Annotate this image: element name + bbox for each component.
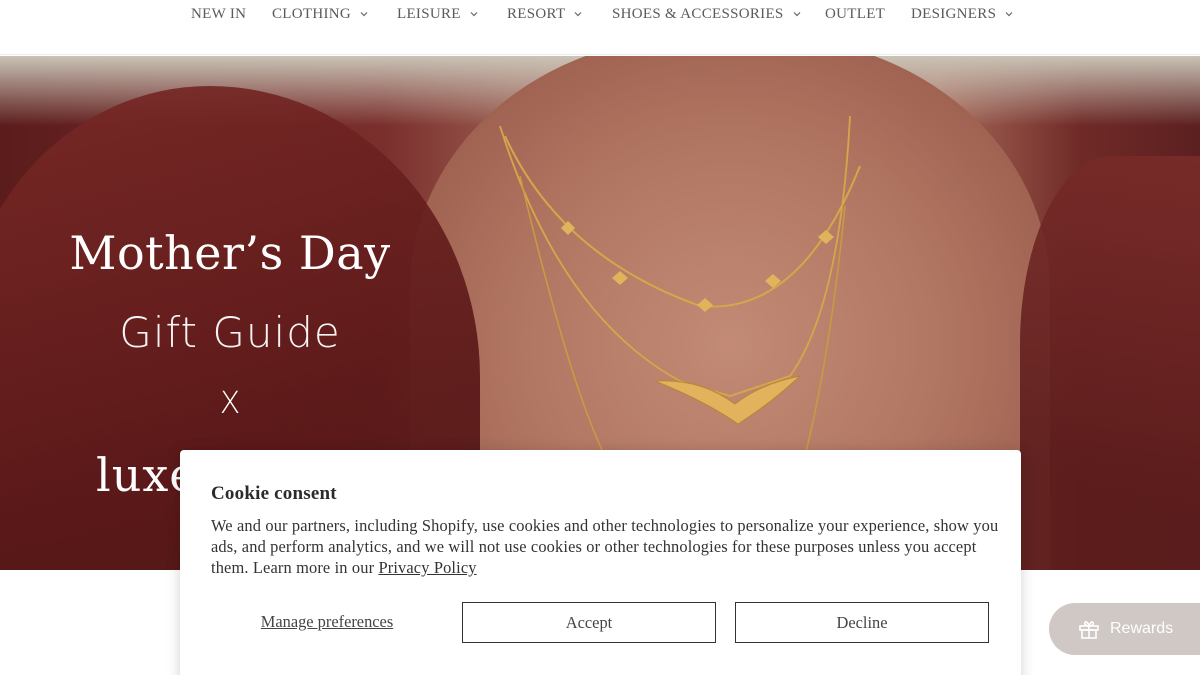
chevron-down-icon [469,9,479,19]
nav-item-resort[interactable]: RESORT [507,4,583,24]
rewards-button[interactable]: Rewards [1049,603,1200,655]
nav-item-shoes-accessories[interactable]: SHOES & ACCESSORIES [612,4,802,24]
cookie-message-text: We and our partners, including Shopify, … [211,516,999,577]
gift-icon [1077,617,1101,641]
rewards-label: Rewards [1110,620,1174,637]
nav-item-label: NEW IN [191,5,247,22]
nav-item-label: LEISURE [397,5,461,22]
nav-item-outlet[interactable]: OUTLET [825,4,885,24]
hero-title: Mother’s Day [69,226,391,280]
nav-item-clothing[interactable]: CLOTHING [272,4,369,24]
hero-collab-x: X [219,386,241,421]
cookie-title: Cookie consent [211,483,337,504]
main-navigation: NEW IN CLOTHING LEISURE RESORT SHOES & A… [0,0,1200,55]
cookie-consent-dialog: Cookie consent We and our partners, incl… [180,450,1021,675]
chevron-down-icon [359,9,369,19]
nav-item-leisure[interactable]: LEISURE [397,4,479,24]
nav-item-label: OUTLET [825,5,886,22]
manage-preferences-button[interactable]: Manage preferences [210,602,444,642]
nav-item-new-in[interactable]: NEW IN [191,4,246,24]
nav-item-label: CLOTHING [272,5,352,22]
chevron-down-icon [573,9,583,19]
decline-button[interactable]: Decline [735,602,989,643]
nav-item-designers[interactable]: DESIGNERS [911,4,1014,24]
nav-item-label: RESORT [507,5,566,22]
accept-button[interactable]: Accept [462,602,716,643]
nav-list: NEW IN CLOTHING LEISURE RESORT SHOES & A… [0,4,1200,24]
nav-item-label: DESIGNERS [911,5,997,22]
privacy-policy-link[interactable]: Privacy Policy [378,558,476,577]
chevron-down-icon [1004,9,1014,19]
nav-item-label: SHOES & ACCESSORIES [612,5,784,22]
hero-subtitle: Gift Guide [119,308,341,357]
cookie-message: We and our partners, including Shopify, … [211,515,1001,578]
chevron-down-icon [792,9,802,19]
